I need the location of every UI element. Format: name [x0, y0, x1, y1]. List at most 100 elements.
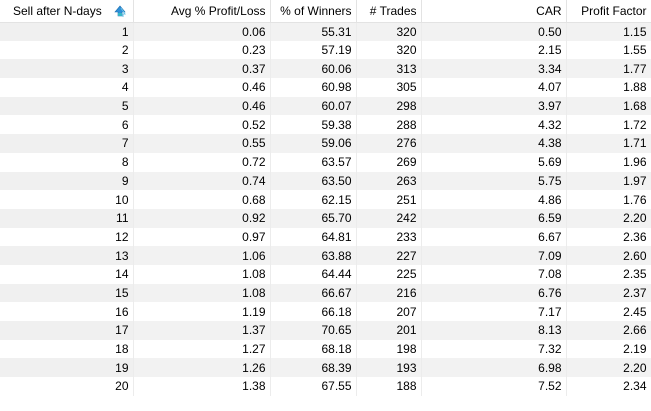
cell-car: 8.13 [421, 321, 567, 340]
cell-car: 6.67 [421, 227, 567, 247]
cell-trades: 251 [356, 190, 422, 209]
cell-n-days: 18 [0, 339, 134, 359]
table-row[interactable]: 9 0.74 63.50 263 5.75 1.97 [0, 171, 651, 191]
cell-percent-winners: 64.44 [270, 264, 357, 284]
cell-avg-profit-loss: 1.37 [133, 321, 271, 340]
cell-car: 6.98 [421, 358, 567, 378]
cell-avg-profit-loss: 0.92 [133, 208, 271, 228]
cell-trades: 193 [356, 358, 422, 378]
column-header-sell-after-n-days[interactable]: Sell after N-days [0, 0, 134, 23]
column-header-profit-factor[interactable]: Profit Factor [566, 0, 651, 23]
cell-percent-winners: 60.07 [270, 96, 357, 116]
cell-trades: 313 [356, 59, 422, 79]
cell-n-days: 11 [0, 208, 134, 228]
cell-profit-factor: 2.45 [566, 302, 651, 321]
cell-avg-profit-loss: 0.06 [133, 22, 271, 41]
cell-n-days: 5 [0, 96, 134, 116]
table-row[interactable]: 14 1.08 64.44 225 7.08 2.35 [0, 264, 651, 284]
cell-trades: 227 [356, 246, 422, 265]
table-row[interactable]: 12 0.97 64.81 233 6.67 2.36 [0, 227, 651, 247]
cell-avg-profit-loss: 0.46 [133, 78, 271, 97]
table-row[interactable]: 4 0.46 60.98 305 4.07 1.88 [0, 78, 651, 97]
cell-n-days: 8 [0, 152, 134, 172]
sort-arrow-icon[interactable] [112, 3, 128, 19]
table-row[interactable]: 2 0.23 57.19 320 2.15 1.55 [0, 40, 651, 60]
cell-car: 7.32 [421, 339, 567, 359]
cell-n-days: 2 [0, 40, 134, 60]
cell-avg-profit-loss: 0.97 [133, 227, 271, 247]
column-header-trades[interactable]: # Trades [356, 0, 422, 23]
cell-trades: 288 [356, 115, 422, 135]
cell-car: 7.08 [421, 264, 567, 284]
cell-percent-winners: 67.55 [270, 377, 357, 396]
table-row[interactable]: 18 1.27 68.18 198 7.32 2.19 [0, 339, 651, 359]
cell-trades: 263 [356, 171, 422, 191]
cell-profit-factor: 2.35 [566, 264, 651, 284]
cell-trades: 188 [356, 377, 422, 396]
cell-car: 6.59 [421, 208, 567, 228]
cell-n-days: 20 [0, 377, 134, 396]
cell-percent-winners: 63.57 [270, 152, 357, 172]
table-row[interactable]: 7 0.55 59.06 276 4.38 1.71 [0, 134, 651, 153]
column-header-label: Sell after N-days [13, 3, 102, 18]
cell-profit-factor: 2.20 [566, 358, 651, 378]
table-body: 1 0.06 55.31 320 0.50 1.15 2 0.23 57.19 320 2.15 1.… [0, 22, 651, 396]
cell-percent-winners: 62.15 [270, 190, 357, 209]
cell-car: 3.34 [421, 59, 567, 79]
cell-n-days: 4 [0, 78, 134, 97]
table-row[interactable]: 10 0.68 62.15 251 4.86 1.76 [0, 190, 651, 209]
cell-percent-winners: 57.19 [270, 40, 357, 60]
cell-avg-profit-loss: 0.72 [133, 152, 271, 172]
cell-avg-profit-loss: 1.27 [133, 339, 271, 359]
cell-percent-winners: 60.06 [270, 59, 357, 79]
cell-percent-winners: 63.50 [270, 171, 357, 191]
cell-percent-winners: 66.67 [270, 283, 357, 303]
table-row[interactable]: 5 0.46 60.07 298 3.97 1.68 [0, 96, 651, 116]
cell-percent-winners: 64.81 [270, 227, 357, 247]
cell-avg-profit-loss: 0.74 [133, 171, 271, 191]
column-header-percent-winners[interactable]: % of Winners [270, 0, 357, 23]
table-row[interactable]: 11 0.92 65.70 242 6.59 2.20 [0, 208, 651, 228]
table-row[interactable]: 16 1.19 66.18 207 7.17 2.45 [0, 302, 651, 321]
table-row[interactable]: 6 0.52 59.38 288 4.32 1.72 [0, 115, 651, 135]
cell-trades: 242 [356, 208, 422, 228]
cell-trades: 225 [356, 264, 422, 284]
cell-avg-profit-loss: 0.23 [133, 40, 271, 60]
cell-profit-factor: 1.15 [566, 22, 651, 41]
table-row[interactable]: 1 0.06 55.31 320 0.50 1.15 [0, 22, 651, 41]
cell-profit-factor: 1.68 [566, 96, 651, 116]
table-row[interactable]: 8 0.72 63.57 269 5.69 1.96 [0, 152, 651, 172]
cell-car: 4.38 [421, 134, 567, 153]
cell-car: 3.97 [421, 96, 567, 116]
cell-avg-profit-loss: 0.46 [133, 96, 271, 116]
cell-n-days: 3 [0, 59, 134, 79]
table-row[interactable]: 3 0.37 60.06 313 3.34 1.77 [0, 59, 651, 79]
cell-profit-factor: 1.76 [566, 190, 651, 209]
cell-percent-winners: 68.39 [270, 358, 357, 378]
table-row[interactable]: 20 1.38 67.55 188 7.52 2.34 [0, 377, 651, 396]
cell-trades: 198 [356, 339, 422, 359]
cell-profit-factor: 2.20 [566, 208, 651, 228]
column-header-car[interactable]: CAR [421, 0, 567, 23]
table-row[interactable]: 13 1.06 63.88 227 7.09 2.60 [0, 246, 651, 265]
table-row[interactable]: 19 1.26 68.39 193 6.98 2.20 [0, 358, 651, 378]
results-table: Sell after N-days Avg % Profit/Loss % of… [0, 0, 651, 396]
cell-avg-profit-loss: 0.68 [133, 190, 271, 209]
table-row[interactable]: 15 1.08 66.67 216 6.76 2.37 [0, 283, 651, 303]
cell-percent-winners: 68.18 [270, 339, 357, 359]
cell-avg-profit-loss: 1.26 [133, 358, 271, 378]
cell-trades: 298 [356, 96, 422, 116]
cell-profit-factor: 2.60 [566, 246, 651, 265]
cell-avg-profit-loss: 0.55 [133, 134, 271, 153]
cell-n-days: 16 [0, 302, 134, 321]
cell-car: 4.86 [421, 190, 567, 209]
column-header-avg-profit-loss[interactable]: Avg % Profit/Loss [133, 0, 271, 23]
cell-percent-winners: 59.06 [270, 134, 357, 153]
cell-profit-factor: 2.66 [566, 321, 651, 340]
cell-car: 7.17 [421, 302, 567, 321]
cell-avg-profit-loss: 0.52 [133, 115, 271, 135]
table-row[interactable]: 17 1.37 70.65 201 8.13 2.66 [0, 321, 651, 340]
cell-car: 2.15 [421, 40, 567, 60]
cell-car: 4.32 [421, 115, 567, 135]
cell-trades: 216 [356, 283, 422, 303]
